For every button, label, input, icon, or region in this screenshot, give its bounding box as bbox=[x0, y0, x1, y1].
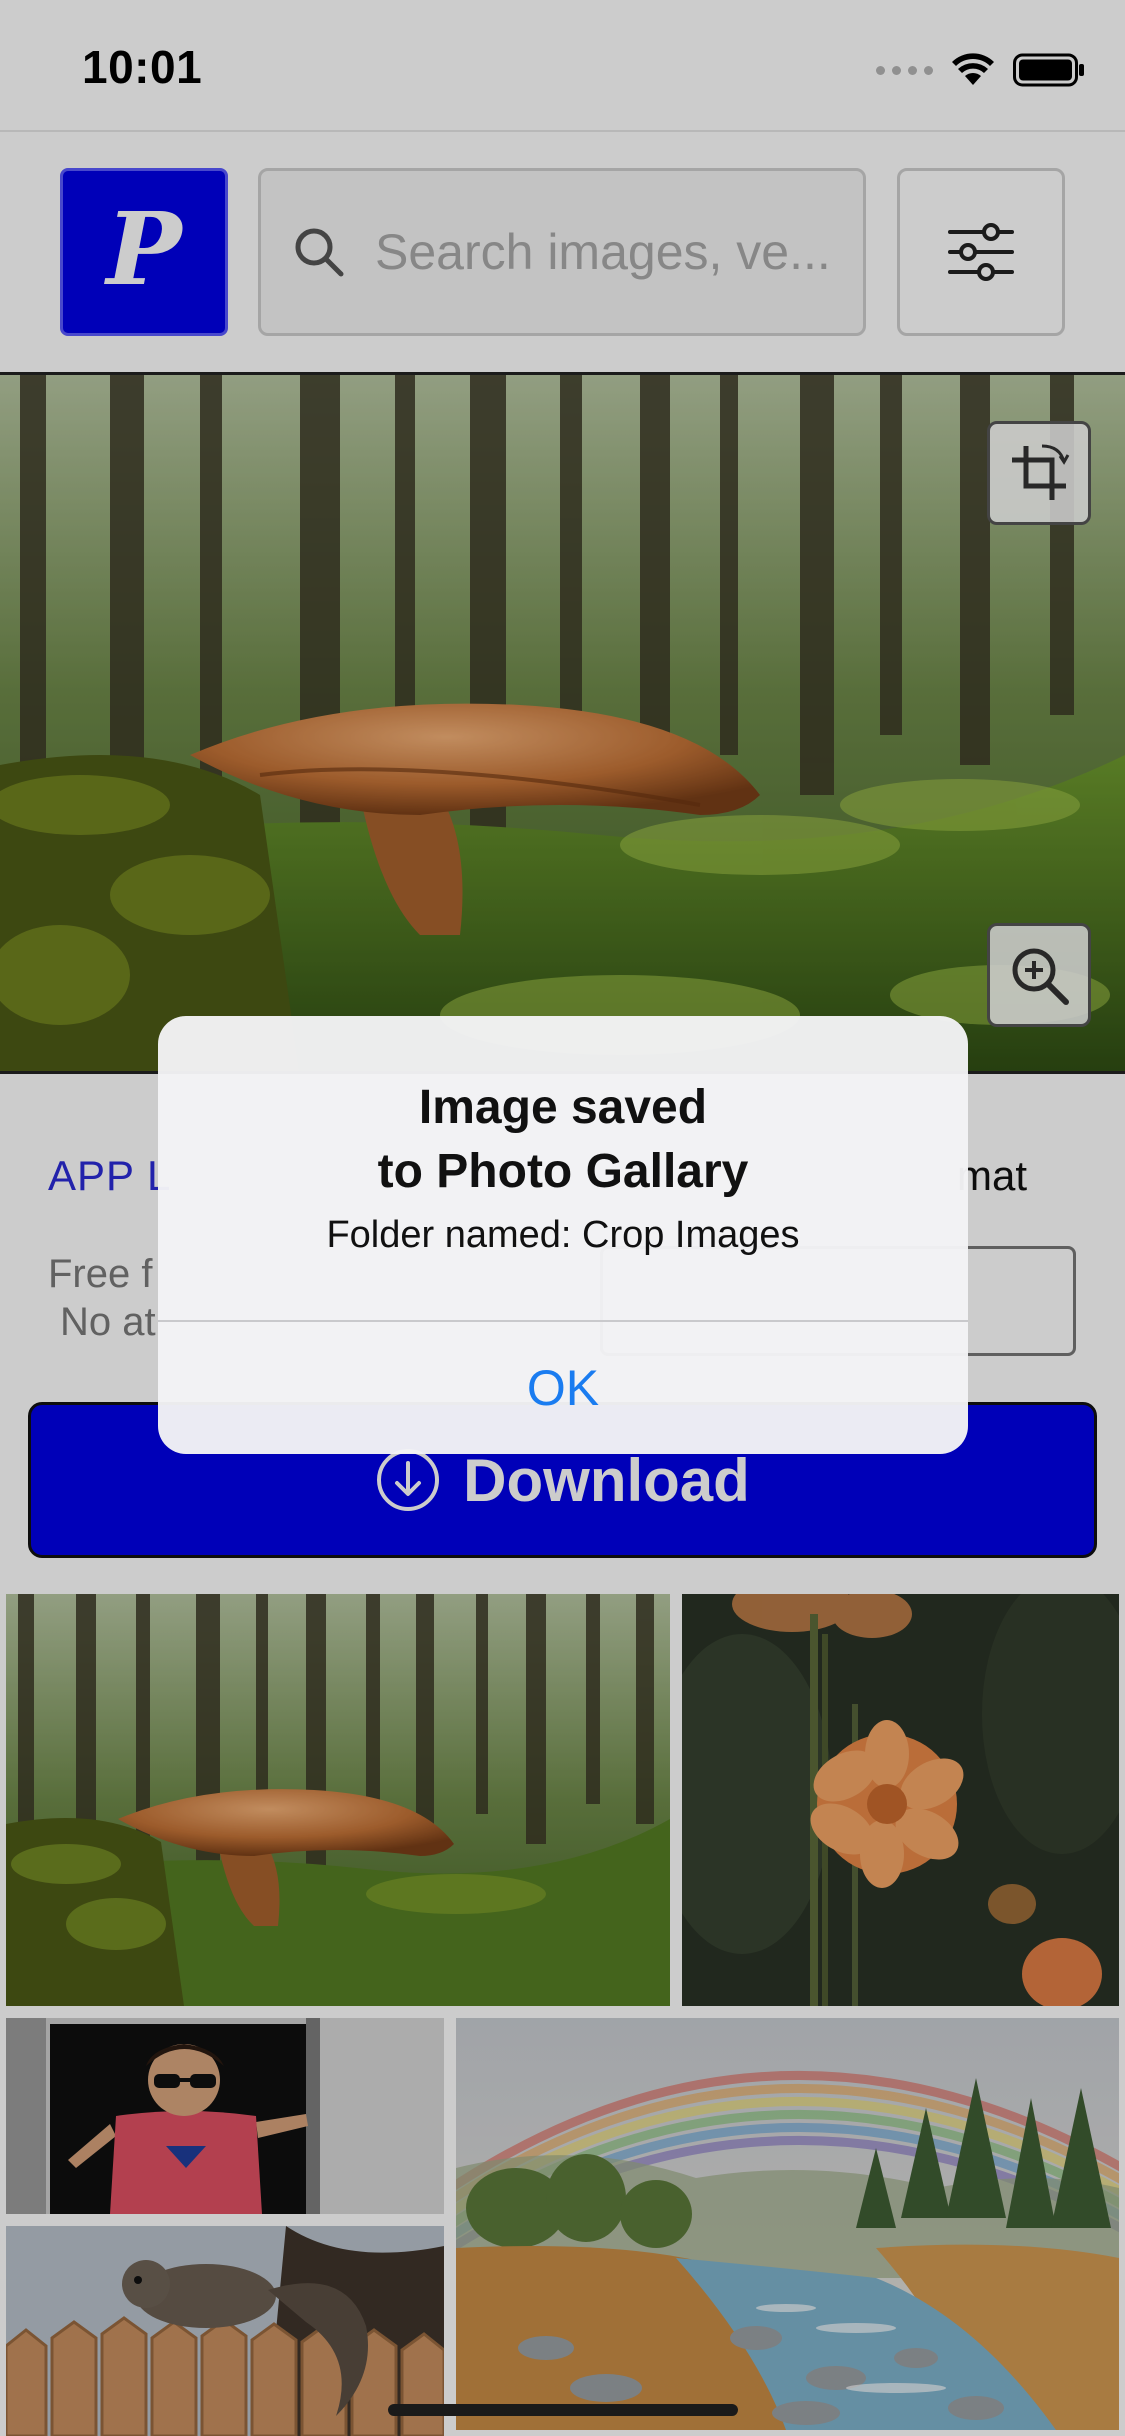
alert-title-line1: Image saved bbox=[418, 1081, 708, 1134]
alert-message: Folder named: Crop Images bbox=[326, 1214, 800, 1256]
home-indicator[interactable] bbox=[388, 2404, 738, 2416]
app-screen: 10:01 P Search images, ve... APP L mat F… bbox=[0, 0, 1125, 2436]
save-confirmation-alert: Image saved to Photo Gallary Folder name… bbox=[158, 1016, 968, 1454]
alert-title-line2: to Photo Gallary bbox=[377, 1145, 749, 1198]
alert-ok-button[interactable]: OK bbox=[158, 1322, 968, 1454]
alert-title: Image saved to Photo Gallary bbox=[158, 1076, 968, 1204]
